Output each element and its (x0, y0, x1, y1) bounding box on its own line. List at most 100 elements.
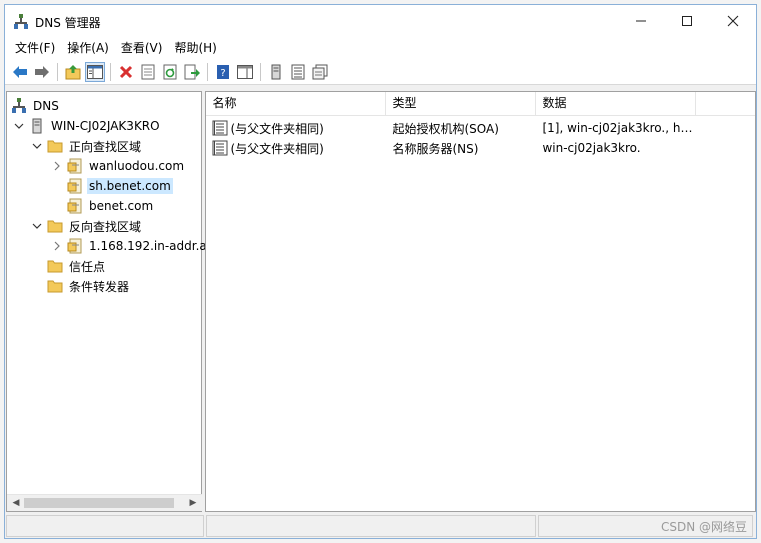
tree-node-dns-root[interactable]: DNS (11, 96, 61, 116)
server-button[interactable] (266, 62, 286, 82)
column-header-type[interactable]: 类型 (386, 92, 537, 116)
show-console-tree-button[interactable] (85, 61, 105, 82)
status-bar (5, 514, 756, 538)
delete-button[interactable] (116, 62, 136, 82)
status-segment (206, 515, 536, 537)
export-list-button[interactable] (182, 62, 202, 82)
records-list[interactable]: 名称 类型 数据 (与父文件夹相同) 起始授权机构(SOA) [1], win-… (205, 91, 756, 512)
help-button[interactable]: ? (213, 62, 233, 82)
export-list-icon (184, 64, 200, 79)
scroll-left-icon[interactable]: ◀ (10, 497, 22, 509)
watermark: CSDN @网络豆 (660, 520, 747, 534)
zone-icon (67, 198, 83, 214)
dns-app-icon (14, 14, 28, 29)
column-header-data[interactable]: 数据 (536, 92, 697, 116)
minimize-button[interactable] (618, 5, 664, 37)
scroll-right-icon[interactable]: ▶ (187, 497, 199, 509)
up-one-level-button[interactable] (63, 62, 83, 82)
tree-node-conditional-forwarders[interactable]: 条件转发器 (47, 276, 131, 296)
cell-data: [1], win-cj02jak3kro., ho... (542, 121, 697, 135)
folder-icon (47, 278, 63, 294)
folder-icon (47, 138, 63, 154)
properties-button[interactable] (138, 62, 158, 82)
dns-icon (11, 98, 27, 114)
tree-label: 反向查找区域 (69, 219, 142, 234)
tree-label: benet.com (89, 199, 154, 213)
record-name: (与父文件夹相同) (230, 121, 324, 136)
console-tree[interactable]: DNS WIN-CJ02JAK3KRO 正向查找区域 wanluodou.com… (6, 91, 207, 512)
console-tree-icon (87, 64, 103, 79)
tree-label: wanluodou.com (89, 159, 185, 173)
tree-node-zone-wanluodou[interactable]: wanluodou.com (51, 156, 186, 176)
tree-node-reverse-zone[interactable]: 反向查找区域 (31, 216, 143, 236)
refresh-button[interactable] (160, 62, 180, 82)
window-controls (618, 5, 756, 37)
cell-data: win-cj02jak3kro. (542, 141, 641, 155)
chevron-right-icon[interactable] (51, 240, 63, 252)
toolbar-separator (57, 62, 58, 81)
maximize-button[interactable] (664, 5, 710, 37)
menu-view[interactable]: 查看(V) (115, 37, 169, 59)
tree-label: DNS (33, 99, 59, 113)
cell-type: 名称服务器(NS) (392, 141, 479, 156)
cell-type: 起始授权机构(SOA) (392, 121, 499, 136)
tree-node-server[interactable]: WIN-CJ02JAK3KRO (13, 116, 162, 136)
chevron-down-icon[interactable] (31, 140, 43, 152)
folder-icon (47, 218, 63, 234)
server-icon (271, 64, 281, 79)
list-header: 名称 类型 数据 (206, 92, 755, 116)
toolbar-separator (260, 62, 261, 81)
record-list-icon (291, 64, 305, 79)
server-icon (29, 118, 45, 134)
tree-label: 条件转发器 (69, 279, 130, 294)
title-bar: DNS 管理器 (5, 5, 756, 37)
tree-label: 1.168.192.in-addr.a (89, 239, 207, 253)
toolbar-separator (110, 62, 111, 81)
forward-button[interactable] (32, 62, 52, 82)
show-action-pane-button[interactable] (235, 62, 255, 82)
table-row[interactable]: (与父文件夹相同) 起始授权机构(SOA) [1], win-cj02jak3k… (206, 118, 755, 138)
cell-name: (与父文件夹相同) (206, 120, 386, 137)
table-row[interactable]: (与父文件夹相同) 名称服务器(NS) win-cj02jak3kro. (206, 138, 755, 158)
close-button[interactable] (710, 5, 756, 37)
tree-node-reverse-1-168-192[interactable]: 1.168.192.in-addr.a (51, 236, 209, 256)
status-segment (6, 515, 204, 537)
help-book-icon: ? (217, 64, 229, 79)
svg-text:?: ? (220, 68, 225, 79)
menu-file[interactable]: 文件(F) (9, 37, 61, 59)
tree-node-zone-sh-benet[interactable]: sh.benet.com (67, 176, 173, 196)
scrollbar-thumb[interactable] (24, 498, 174, 508)
menu-bar: 文件(F) 操作(A) 查看(V) 帮助(H) (5, 37, 756, 59)
folder-icon (47, 258, 63, 274)
dns-manager-window: DNS 管理器 文件(F) 操作(A) 查看(V) 帮助(H) ? DNS WI… (4, 4, 757, 539)
zone-records-button[interactable] (288, 62, 308, 82)
tree-horizontal-scrollbar[interactable]: ◀ ▶ (7, 494, 202, 511)
properties-icon (141, 64, 155, 79)
tree-node-zone-benet[interactable]: benet.com (67, 196, 155, 216)
tree-label: 正向查找区域 (69, 139, 142, 154)
window-title: DNS 管理器 (35, 16, 101, 30)
tree-node-forward-zone[interactable]: 正向查找区域 (31, 136, 143, 156)
action-pane-icon (237, 64, 253, 79)
record-name: (与父文件夹相同) (230, 141, 324, 156)
chevron-down-icon[interactable] (13, 120, 25, 132)
record-icon (212, 120, 228, 136)
menu-action[interactable]: 操作(A) (61, 37, 115, 59)
content-area: DNS WIN-CJ02JAK3KRO 正向查找区域 wanluodou.com… (5, 91, 756, 512)
record-icon (212, 140, 228, 156)
copy-records-icon (312, 64, 328, 79)
refresh-icon (163, 64, 177, 79)
chevron-right-icon[interactable] (51, 160, 63, 172)
cell-name: (与父文件夹相同) (206, 140, 386, 157)
copy-records-button[interactable] (310, 62, 330, 82)
folder-up-icon (65, 64, 81, 79)
column-header-name[interactable]: 名称 (206, 92, 387, 116)
tree-node-trust-points[interactable]: 信任点 (47, 256, 107, 276)
arrow-right-icon (35, 65, 49, 78)
delete-x-icon (119, 65, 133, 78)
zone-icon (67, 238, 83, 254)
menu-help[interactable]: 帮助(H) (168, 37, 222, 59)
chevron-down-icon[interactable] (31, 220, 43, 232)
back-button[interactable] (10, 62, 30, 82)
zone-icon (67, 178, 83, 194)
